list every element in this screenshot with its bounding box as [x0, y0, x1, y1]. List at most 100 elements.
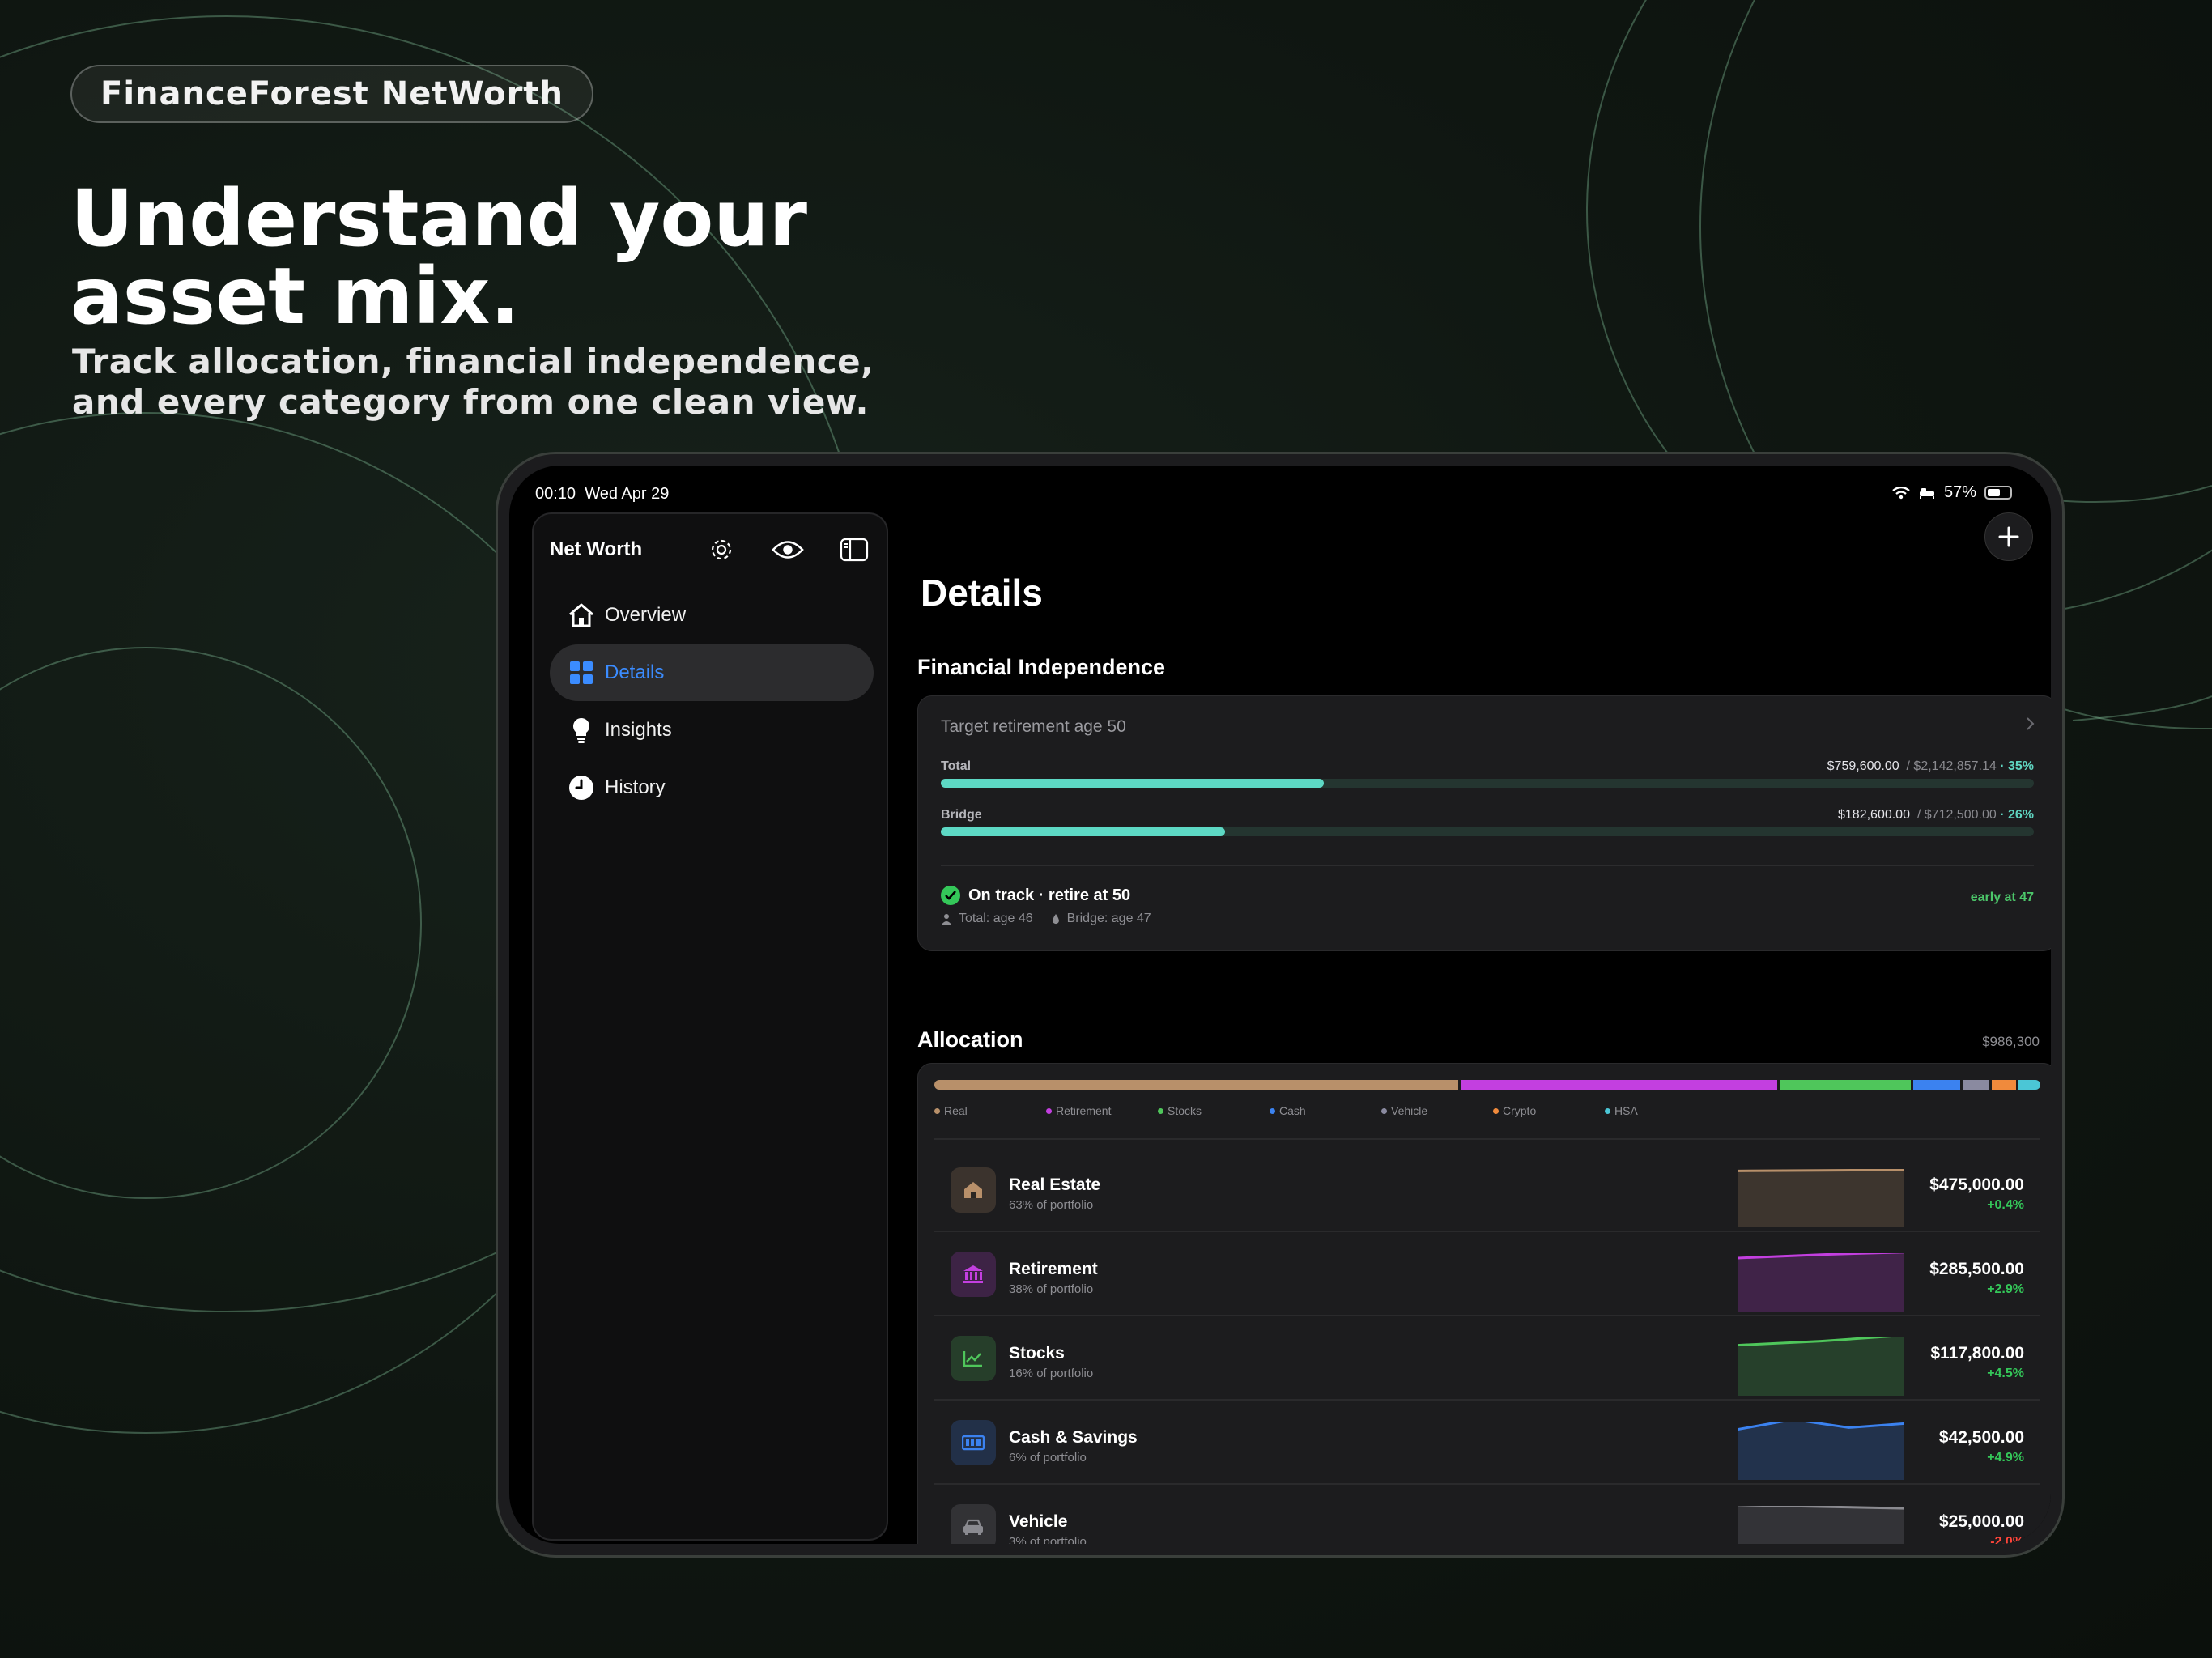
legend-label: Vehicle — [1391, 1104, 1428, 1117]
allocation-legend: Real Retirement Stocks Cash Vehicle Crypto HSA — [934, 1104, 1716, 1117]
legend-item: HSA — [1605, 1104, 1716, 1117]
sidebar-item-label: Insights — [605, 719, 672, 741]
battery-icon — [1984, 486, 2012, 500]
legend-label: Stocks — [1168, 1104, 1202, 1117]
category-value: $42,500.00 — [1938, 1428, 2024, 1447]
allocation-segment-crypto — [1992, 1080, 2017, 1090]
car-icon — [951, 1504, 996, 1544]
battery-percent: 57% — [1943, 483, 1976, 501]
allocation-row-retirement[interactable]: Retirement 38% of portfolio $285,500.00 +2.… — [934, 1232, 2040, 1316]
legend-item: Cash — [1270, 1104, 1381, 1117]
legend-item: Vehicle — [1381, 1104, 1493, 1117]
fi-section-title: Financial Independence — [917, 655, 1166, 679]
fi-target-label: Target retirement age 50 — [941, 717, 1126, 736]
category-name: Real Estate — [1009, 1175, 1101, 1194]
legend-item: Real — [934, 1104, 1046, 1117]
category-value: $475,000.00 — [1929, 1175, 2024, 1194]
main-content: Details Financial Independence Target re… — [898, 512, 2051, 1544]
fi-bridge-age: Bridge: age 47 — [1066, 912, 1151, 925]
sparkline — [1738, 1253, 1904, 1312]
status-clock: 00:10 — [535, 485, 576, 503]
fi-bridge-value: $182,600.00 — [1838, 808, 1910, 822]
category-name: Retirement — [1009, 1260, 1098, 1278]
sidebar-item-overview[interactable]: Overview — [550, 587, 874, 644]
visibility-button[interactable] — [772, 534, 804, 566]
settings-button[interactable] — [705, 534, 738, 566]
sidebar-item-insights[interactable]: Insights — [550, 702, 874, 759]
fi-early-label: early at 47 — [1970, 891, 2034, 904]
card-icon — [951, 1420, 996, 1465]
sparkline-area — [1738, 1422, 1904, 1480]
chart-icon — [951, 1336, 996, 1381]
allocation-segment-retirement — [1461, 1080, 1777, 1090]
sidebar-item-history[interactable]: History — [550, 759, 874, 816]
fi-total-pct: · 35% — [2000, 759, 2034, 773]
category-name: Cash & Savings — [1009, 1428, 1138, 1447]
legend-label: HSA — [1614, 1104, 1638, 1117]
allocation-row-real-estate[interactable]: Real Estate 63% of portfolio $475,000.00 +0… — [934, 1148, 2040, 1232]
allocation-row-stocks[interactable]: Stocks 16% of portfolio $117,800.00 +4.5% — [934, 1316, 2040, 1401]
fi-status-text: On track · retire at 50 — [968, 886, 1131, 904]
legend-dot — [1158, 1107, 1163, 1114]
grid-icon — [568, 659, 595, 687]
category-name: Vehicle — [1009, 1512, 1068, 1531]
legend-dot — [1493, 1107, 1499, 1114]
allocation-segment-hsa — [2018, 1080, 2040, 1090]
fi-ages: Total: age 46 Bridge: age 47 — [941, 912, 1151, 926]
checkmark-icon — [941, 886, 960, 905]
category-share: 3% of portfolio — [1009, 1535, 1087, 1544]
fi-total-value: $759,600.00 — [1827, 759, 1899, 773]
page-title: Details — [921, 572, 1043, 614]
headline-line-2: asset mix. — [70, 251, 520, 342]
brand-pill: FinanceForest NetWorth — [70, 65, 593, 123]
sidebar-toggle-button[interactable] — [838, 534, 870, 566]
category-share: 16% of portfolio — [1009, 1367, 1094, 1380]
category-value: $25,000.00 — [1938, 1512, 2024, 1531]
headline-line-1: Understand your — [70, 173, 807, 264]
sidebar-item-label: History — [605, 776, 666, 798]
sparkline — [1738, 1337, 1904, 1396]
status-time: 00:10 Wed Apr 29 — [535, 485, 669, 504]
sidebar-item-details[interactable]: Details — [550, 644, 874, 701]
allocation-row-vehicle[interactable]: Vehicle 3% of portfolio $25,000.00 -2.0% — [934, 1485, 2040, 1544]
gear-icon — [711, 539, 732, 560]
fi-card[interactable]: Target retirement age 50 Total $759,600.… — [917, 695, 2051, 951]
sidebar-header: Net Worth — [550, 525, 870, 574]
category-share: 63% of portfolio — [1009, 1198, 1094, 1212]
status-bar: 00:10 Wed Apr 29 57% — [509, 466, 2051, 506]
status-date: Wed Apr 29 — [585, 485, 670, 503]
fi-total-track — [941, 779, 2034, 788]
tablet-screen: 00:10 Wed Apr 29 57% Net Worth Overview … — [509, 466, 2051, 1544]
fi-status: On track · retire at 50 — [941, 886, 1130, 905]
category-share: 6% of portfolio — [1009, 1451, 1087, 1465]
plus-icon — [1998, 526, 2019, 547]
legend-label: Crypto — [1503, 1104, 1537, 1117]
fi-bridge-track — [941, 827, 2034, 836]
house-icon — [951, 1167, 996, 1213]
category-change: +2.9% — [1987, 1282, 2024, 1296]
lightbulb-icon — [568, 716, 595, 744]
chevron-right-icon — [2027, 717, 2035, 730]
fi-bridge-pct: · 26% — [2000, 808, 2034, 822]
sparkline-line — [1738, 1169, 1904, 1172]
sparkline-area — [1738, 1506, 1904, 1544]
drop-icon — [1052, 914, 1059, 925]
allocation-segment-cash — [1912, 1080, 1960, 1090]
sidebar-title: Net Worth — [550, 538, 643, 560]
allocation-section-title: Allocation — [917, 1027, 1023, 1052]
allocation-total: $986,300 — [1982, 1034, 2040, 1049]
tablet-frame: 00:10 Wed Apr 29 57% Net Worth Overview … — [496, 452, 2065, 1558]
allocation-stack-bar — [934, 1080, 2040, 1090]
sparkline-area — [1738, 1170, 1904, 1227]
legend-dot — [1381, 1107, 1387, 1114]
allocation-row-cash-savings[interactable]: Cash & Savings 6% of portfolio $42,500.00 +… — [934, 1401, 2040, 1485]
fi-total-label: Total — [941, 759, 972, 773]
person-icon — [942, 914, 951, 925]
category-value: $285,500.00 — [1929, 1260, 2024, 1278]
sidebar-icon — [840, 538, 869, 562]
sidebar-nav: Overview Details Insights History — [550, 587, 874, 817]
bank-icon — [951, 1252, 996, 1297]
add-button[interactable] — [1984, 512, 2033, 561]
fi-total-age: Total: age 46 — [959, 912, 1033, 925]
category-value: $117,800.00 — [1930, 1344, 2024, 1363]
